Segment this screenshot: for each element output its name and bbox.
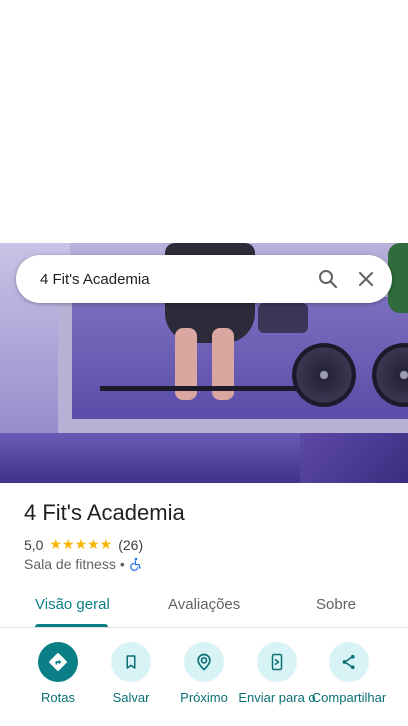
send-to-phone-label: Enviar para o — [238, 690, 316, 705]
tab-overview[interactable]: Visão geral — [35, 596, 110, 613]
directions-button[interactable]: Rotas — [18, 642, 98, 705]
photo-weight-plate — [292, 343, 356, 407]
place-title: 4 Fit's Academia — [24, 500, 185, 525]
tab-selected-indicator — [35, 624, 108, 627]
share-label: Compartilhar — [311, 690, 387, 705]
star-rating-icon: ★★★★★ — [49, 536, 113, 552]
directions-icon — [38, 642, 78, 682]
share-button[interactable]: Compartilhar — [309, 642, 389, 705]
nearby-label: Próximo — [180, 690, 228, 705]
photo-barbell — [100, 386, 300, 391]
bookmark-icon — [111, 642, 151, 682]
send-to-phone-button[interactable]: Enviar para o — [237, 642, 317, 705]
photo-bench — [300, 433, 408, 483]
photo-equipment — [258, 303, 308, 333]
top-blank-area — [0, 0, 408, 243]
wheelchair-accessible-icon — [129, 557, 143, 571]
review-count: (26) — [118, 536, 144, 553]
rating-row[interactable]: 5,0 ★★★★★ (26) — [24, 536, 143, 553]
save-button[interactable]: Salvar — [91, 642, 171, 705]
nearby-button[interactable]: Próximo — [164, 642, 244, 705]
directions-label: Rotas — [41, 690, 75, 705]
save-label: Salvar — [112, 690, 150, 705]
send-to-phone-icon — [257, 642, 297, 682]
tab-reviews[interactable]: Avaliações — [168, 596, 240, 613]
action-bar: Rotas Salvar Próximo Enviar para o Compa… — [0, 640, 408, 726]
search-bar[interactable]: 4 Fit's Academia — [16, 255, 392, 303]
rating-value: 5,0 — [24, 536, 44, 553]
place-category: Sala de fitness — [24, 556, 116, 572]
search-icon[interactable] — [316, 267, 340, 291]
category-row: Sala de fitness • — [24, 556, 143, 572]
share-icon — [329, 642, 369, 682]
nearby-icon — [184, 642, 224, 682]
separator-dot: • — [119, 556, 125, 572]
tab-about[interactable]: Sobre — [316, 596, 356, 613]
close-icon[interactable] — [354, 267, 378, 291]
place-tabs: Visão geral Avaliações Sobre — [0, 584, 408, 628]
